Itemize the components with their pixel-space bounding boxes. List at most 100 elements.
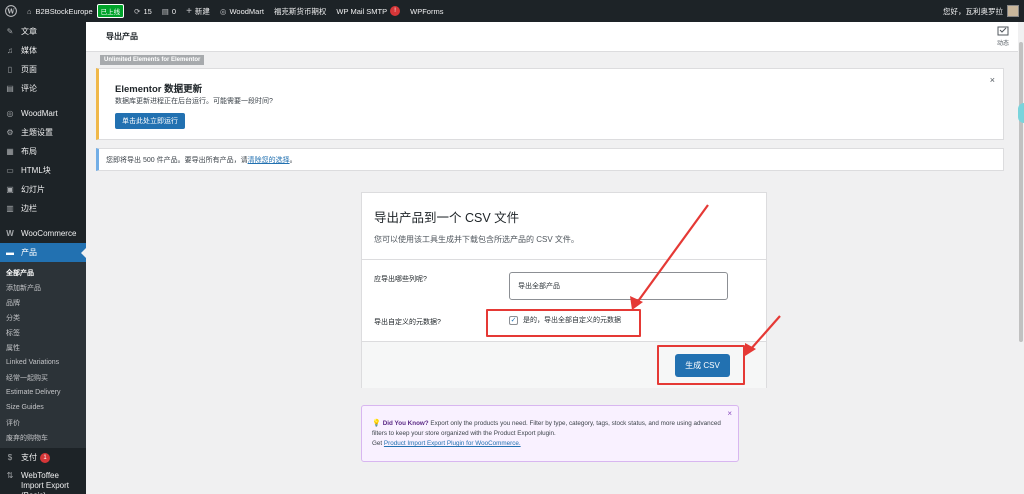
columns-label: 应导出哪些列呢? — [374, 276, 427, 283]
sidebar-item-label: WooCommerce — [21, 229, 77, 238]
submenu-brands[interactable]: 品牌 — [0, 295, 86, 310]
updates-menu[interactable]: ⟳ 15 — [129, 0, 157, 22]
submenu-abandoned-carts[interactable]: 废弃的购物车 — [0, 430, 86, 445]
media-icon: ♫ — [7, 46, 13, 55]
run-update-button[interactable]: 单击此处立即运行 — [115, 113, 185, 129]
import-export-icon: ⇅ — [6, 471, 14, 480]
slides-icon: ▣ — [6, 185, 14, 194]
sidebar-item-label: 边栏 — [21, 204, 37, 213]
sidebar-item-pages[interactable]: ▯ 页面 — [0, 60, 86, 79]
page-icon: ▯ — [7, 65, 13, 74]
sidebar-item-media[interactable]: ♫ 媒体 — [0, 41, 86, 60]
account-menu[interactable]: 您好，瓦利奥罗拉 — [938, 0, 1024, 22]
notice-title: Elementor 数据更新 — [115, 84, 203, 95]
did-you-know-box: × 💡 Did You Know? Export only the product… — [361, 405, 739, 462]
sidebar-item-label: 支付 — [21, 453, 37, 462]
woodmart-icon: ◎ — [6, 109, 14, 118]
notice-suffix: 。 — [289, 156, 297, 164]
home-icon: ⌂ — [27, 6, 32, 16]
close-icon[interactable]: × — [990, 75, 995, 85]
smtp-menu[interactable]: WP Mail SMTP ! — [331, 0, 405, 22]
plugin-tag: Unlimited Elements for Elementor — [100, 55, 205, 65]
columns-select[interactable]: 导出全部产品 — [509, 272, 728, 300]
site-name-menu[interactable]: ⌂ B2BStockEurope 已上线 — [22, 0, 129, 22]
woodmart-label: WoodMart — [229, 6, 264, 16]
close-icon[interactable]: × — [727, 409, 732, 418]
sidebar-item-woocommerce[interactable]: W WooCommerce — [0, 224, 86, 243]
plugin-link[interactable]: Product Import Export Plugin for WooComm… — [384, 440, 521, 447]
sidebar-item-label: 评论 — [21, 84, 37, 93]
clear-selection-link[interactable]: 清除您的选择 — [248, 155, 290, 165]
comments-count: 0 — [171, 6, 177, 16]
generate-highlight-box — [657, 345, 745, 385]
sidebar-item-sidebars[interactable]: ▥ 边栏 — [0, 199, 86, 218]
sidebar-item-theme-settings[interactable]: ⚙ 主题设置 — [0, 123, 86, 142]
export-description: 您可以使用该工具生成并下载包含所选产品的 CSV 文件。 — [374, 235, 579, 244]
updates-icon: ⟳ — [134, 6, 141, 16]
woodmart-menu[interactable]: ◎ WoodMart — [215, 0, 269, 22]
currency-label: 福克斯货币期权 — [273, 6, 327, 16]
submenu-attributes[interactable]: 属性 — [0, 340, 86, 355]
woocommerce-icon: W — [6, 229, 14, 238]
submenu-tags[interactable]: 标签 — [0, 325, 86, 340]
sidebar-item-woodmart[interactable]: ◎ WoodMart — [0, 104, 86, 123]
wpforms-label: WPForms — [410, 6, 444, 16]
currency-menu[interactable]: 福克斯货币期权 — [269, 0, 332, 22]
submenu-all-products[interactable]: 全部产品 — [0, 265, 86, 280]
sidebar-item-label: WebToffee Import Export (Basic) — [21, 471, 70, 494]
site-name: B2BStockEurope — [35, 6, 93, 16]
sidebar-item-layouts[interactable]: ▦ 布局 — [0, 142, 86, 161]
wordpress-logo-icon[interactable]: W — [0, 0, 22, 22]
did-you-know-text: 💡 Did You Know? Export only the products … — [372, 419, 727, 449]
export-count-notice: 您即将导出 500 件产品。要导出所有产品，请 清除您的选择。 — [96, 148, 1004, 171]
smtp-alert-badge: ! — [390, 6, 401, 16]
html-icon: ▭ — [6, 166, 14, 175]
floating-helper-tab[interactable] — [1018, 103, 1024, 123]
greeting: 您好，瓦利奥罗拉 — [943, 6, 1003, 16]
export-title: 导出产品到一个 CSV 文件 — [374, 211, 520, 225]
sidebar-item-payments[interactable]: $ 支付 1 — [0, 448, 86, 467]
site-status-badge: 已上线 — [96, 4, 125, 18]
divider — [362, 259, 766, 260]
comment-bubble-icon: ▤ — [161, 6, 169, 16]
notice-text: 您即将导出 500 件产品。要导出所有产品，请 — [106, 156, 248, 164]
elementor-update-notice: Elementor 数据更新 数据库更新进程正在后台运行。可能需要一段时间? 单… — [96, 68, 1004, 140]
archive-icon: ▬ — [6, 248, 14, 257]
smtp-label: WP Mail SMTP — [336, 6, 388, 16]
activity-icon — [997, 26, 1009, 36]
updates-count: 15 — [143, 6, 152, 16]
sidebar-item-slides[interactable]: ▣ 幻灯片 — [0, 180, 86, 199]
submenu-add-product[interactable]: 添加新产品 — [0, 280, 86, 295]
sidebar-item-webtoffee[interactable]: ⇅ WebToffee Import Export (Basic) — [0, 467, 86, 494]
new-content-menu[interactable]: + 新建 — [181, 0, 215, 22]
checkbox-highlight-box — [486, 309, 641, 337]
sidebar-item-html-blocks[interactable]: ▭ HTML块 — [0, 161, 86, 180]
products-submenu: 全部产品 添加新产品 品牌 分类 标签 属性 Linked Variations… — [0, 262, 86, 448]
svg-text:W: W — [6, 7, 15, 15]
activity-button[interactable]: 动态 — [992, 26, 1014, 47]
submenu-reviews[interactable]: 评价 — [0, 415, 86, 430]
layout-icon: ▦ — [6, 147, 14, 156]
sidebar-item-label: 文章 — [21, 27, 37, 36]
sidebar-item-products[interactable]: ▬ 产品 — [0, 243, 86, 262]
submenu-frequently-bought[interactable]: 经常一起购买 — [0, 370, 86, 385]
sidebar-item-label: 产品 — [21, 248, 37, 257]
sidebar-item-label: 媒体 — [21, 46, 37, 55]
admin-bar: W ⌂ B2BStockEurope 已上线 ⟳ 15 ▤ 0 + 新建 ◎ W… — [0, 0, 1024, 22]
comments-menu[interactable]: ▤ 0 — [157, 0, 181, 22]
submenu-size-guides[interactable]: Size Guides — [0, 400, 86, 415]
wpforms-menu[interactable]: WPForms — [405, 0, 448, 22]
pin-icon: ✎ — [6, 27, 14, 36]
scrollbar-thumb[interactable] — [1019, 42, 1023, 342]
submenu-categories[interactable]: 分类 — [0, 310, 86, 325]
did-you-know-heading: Did You Know? — [382, 420, 429, 427]
submenu-linked-variations[interactable]: Linked Variations — [0, 355, 86, 370]
sidebar-item-posts[interactable]: ✎ 文章 — [0, 22, 86, 41]
lightbulb-icon: 💡 — [372, 420, 381, 427]
avatar — [1007, 5, 1019, 17]
sidebar-item-label: 主题设置 — [21, 128, 53, 137]
submenu-estimate-delivery[interactable]: Estimate Delivery — [0, 385, 86, 400]
sidebar-item-comments[interactable]: ▤ 评论 — [0, 79, 86, 98]
settings-icon: ⚙ — [6, 128, 14, 137]
page-scrollbar[interactable] — [1018, 22, 1024, 494]
